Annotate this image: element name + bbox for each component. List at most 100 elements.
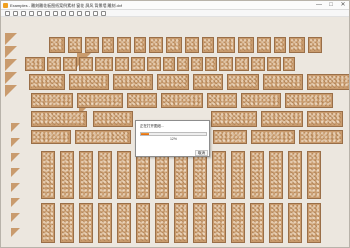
loading-dialog: 正在打开图纸... 12% 取消 [135, 120, 210, 157]
carved-panel [147, 57, 161, 71]
toolbar [1, 10, 349, 17]
carved-panel [29, 74, 65, 90]
carved-panel [235, 57, 249, 71]
carved-panel [155, 151, 169, 199]
corner-ornament [11, 153, 20, 162]
carved-panel [41, 203, 55, 243]
carved-panel [149, 37, 163, 53]
carved-panel [174, 203, 188, 243]
carved-panel [115, 57, 129, 71]
carved-panel [283, 57, 295, 71]
help-icon[interactable] [101, 11, 106, 16]
corner-ornament [11, 228, 20, 237]
carved-panel [63, 57, 77, 71]
carved-panel [211, 111, 257, 127]
carved-panel [117, 37, 131, 53]
undo-icon[interactable] [29, 11, 34, 16]
maximize-button[interactable]: □ [325, 1, 337, 9]
carved-panel [250, 151, 264, 199]
carved-panel [205, 57, 217, 71]
carved-panel [131, 57, 145, 71]
carved-panel [79, 151, 93, 199]
carved-panel [127, 93, 157, 108]
dialog-title: 正在打开图纸... [140, 124, 164, 128]
measure-icon[interactable] [77, 11, 82, 16]
carved-panel [231, 203, 245, 243]
print-icon[interactable] [21, 11, 26, 16]
save-icon[interactable] [13, 11, 18, 16]
minimize-button[interactable]: — [313, 1, 325, 9]
carved-panel [213, 130, 247, 144]
close-button[interactable]: ✕ [337, 1, 349, 9]
carved-panel [93, 111, 133, 127]
carved-panel [207, 93, 237, 108]
carved-panel [134, 37, 146, 53]
carved-panel [79, 57, 93, 71]
drawing-canvas[interactable]: 正在打开图纸... 12% 取消 [1, 17, 349, 247]
carved-panel [68, 37, 82, 53]
redo-icon[interactable] [37, 11, 42, 16]
carved-panel [288, 151, 302, 199]
carved-panel [212, 203, 226, 243]
zoom-in-icon[interactable] [45, 11, 50, 16]
carved-panel [25, 57, 45, 71]
carved-panel [231, 151, 245, 199]
corner-ornament [5, 46, 17, 58]
carved-panel [257, 37, 271, 53]
zoom-out-icon[interactable] [53, 11, 58, 16]
carved-panel [155, 203, 169, 243]
carved-panel [117, 151, 131, 199]
open-icon[interactable] [5, 11, 10, 16]
cancel-button[interactable]: 取消 [195, 150, 208, 156]
carved-panel [136, 151, 150, 199]
carved-panel [117, 203, 131, 243]
carved-panel [191, 57, 203, 71]
carved-panel [47, 57, 61, 71]
carved-panel [174, 151, 188, 199]
carved-panel [263, 74, 303, 90]
carved-panel [308, 37, 322, 53]
app-window: Examples - 雕刻雕花板图纸案例素材 窗花 屏风 背景墙 雕刻.dxf … [0, 0, 350, 248]
carved-panel [185, 37, 199, 53]
carved-panel [98, 151, 112, 199]
pan-icon[interactable] [69, 11, 74, 16]
corner-ornament [5, 85, 17, 97]
progress-bar [140, 132, 207, 136]
carved-panel [157, 74, 189, 90]
carved-panel [102, 37, 114, 53]
carved-panel [163, 57, 175, 71]
carved-panel [307, 151, 321, 199]
corner-ornament [5, 72, 17, 84]
carved-panel [251, 57, 265, 71]
carved-panel [95, 57, 113, 71]
settings-icon[interactable] [93, 11, 98, 16]
title-bar: Examples - 雕刻雕花板图纸案例素材 窗花 屏风 背景墙 雕刻.dxf … [1, 1, 349, 10]
carved-panel [49, 37, 65, 53]
carved-panel [75, 130, 131, 144]
corner-ornament [11, 198, 20, 207]
layers-icon[interactable] [85, 11, 90, 16]
carved-panel [113, 74, 153, 90]
app-logo-icon [3, 3, 8, 8]
carved-panel [202, 37, 214, 53]
corner-ornament [11, 183, 20, 192]
fit-icon[interactable] [61, 11, 66, 16]
carved-panel [60, 203, 74, 243]
carved-panel [60, 151, 74, 199]
carved-panel [85, 37, 99, 53]
corner-ornament [11, 213, 20, 222]
carved-panel [31, 93, 73, 108]
carved-panel [79, 203, 93, 243]
carved-panel [166, 37, 182, 53]
window-title: Examples - 雕刻雕花板图纸案例素材 窗花 屏风 背景墙 雕刻.dxf [10, 3, 123, 8]
carved-panel [212, 151, 226, 199]
carved-panel [267, 57, 281, 71]
carved-panel [31, 111, 87, 127]
carved-panel [161, 93, 203, 108]
carved-panel [285, 93, 333, 108]
carved-panel [307, 74, 349, 90]
carved-panel [69, 74, 109, 90]
carved-panel [307, 111, 343, 127]
carved-panel [289, 37, 305, 53]
carved-panel [250, 203, 264, 243]
